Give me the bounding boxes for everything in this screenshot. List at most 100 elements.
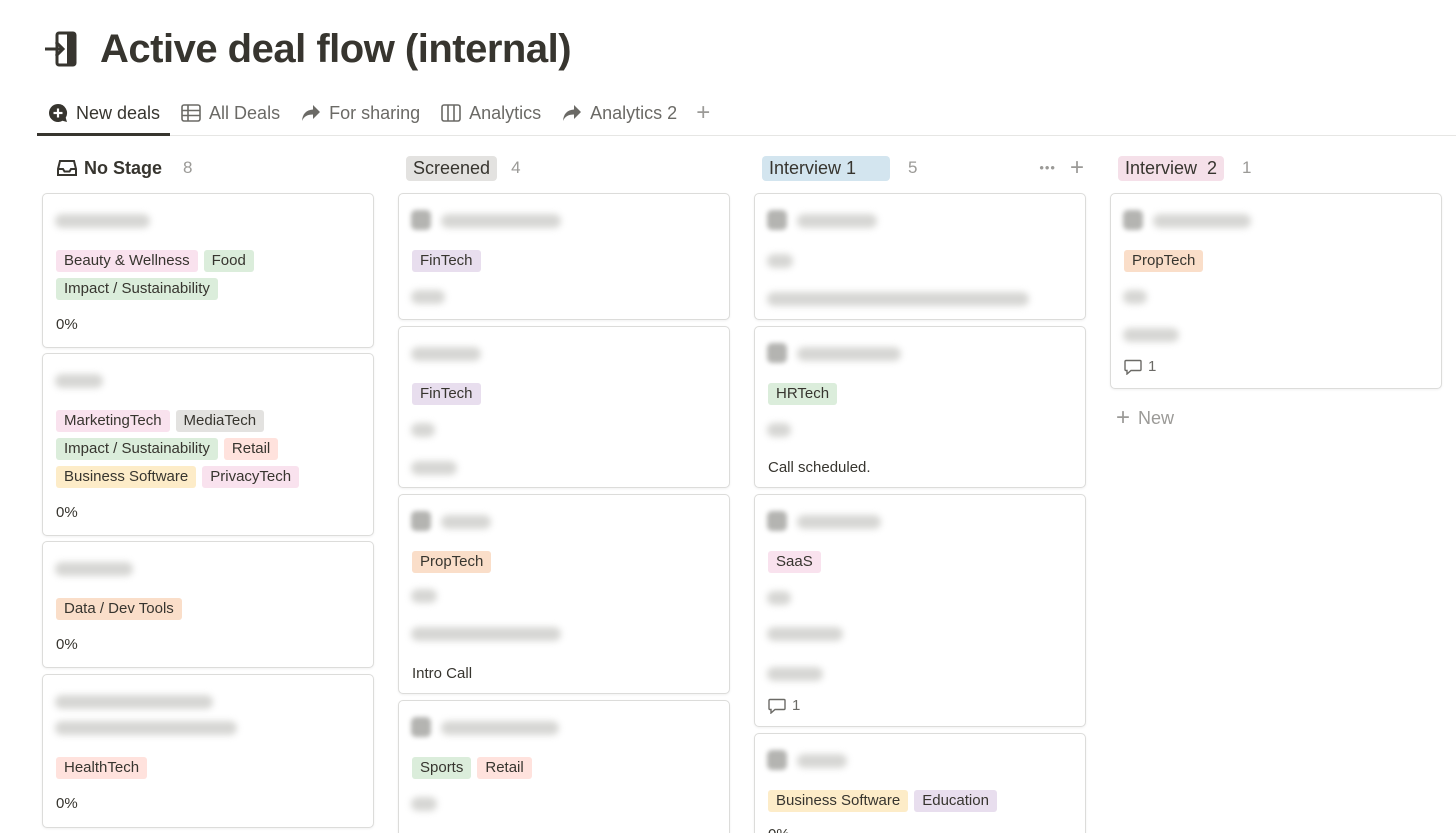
deal-card[interactable]: Sports Retail	[398, 700, 730, 833]
column-count: 1	[1242, 158, 1252, 177]
new-card-button[interactable]: + New	[1116, 404, 1174, 432]
deal-card[interactable]: Beauty & Wellness Food Impact / Sustaina…	[42, 193, 374, 348]
status-note: Intro Call	[412, 665, 473, 682]
tag: PropTech	[412, 551, 492, 573]
tab-all-deals[interactable]: All Deals	[170, 92, 290, 134]
tag: FinTech	[412, 383, 481, 405]
deal-card[interactable]: FinTech	[398, 326, 730, 488]
column-interview-1: Interview 1 5 ••• + HRTech Call schedule…	[754, 150, 1088, 833]
tag: Business Software	[56, 466, 197, 488]
column-header[interactable]: Interview 2 1	[1110, 150, 1444, 186]
blurred-title	[55, 695, 213, 709]
tag-list: PropTech	[1124, 250, 1433, 272]
more-options-icon[interactable]: •••	[1039, 158, 1056, 178]
comment-count[interactable]: 1	[1124, 358, 1156, 375]
view-tabs: New deals All Deals For sharing Analytic…	[37, 92, 1456, 136]
tag: Data / Dev Tools	[56, 598, 182, 620]
column-title[interactable]: No Stage	[50, 156, 169, 181]
comment-count[interactable]: 1	[768, 697, 800, 714]
tab-analytics[interactable]: Analytics	[430, 92, 551, 134]
tag: Retail	[477, 757, 532, 779]
tag-list: FinTech	[412, 250, 721, 272]
company-logo	[767, 210, 787, 230]
new-card-label: New	[1138, 407, 1175, 428]
tag: Impact / Sustainability	[56, 278, 218, 300]
page-title[interactable]: Active deal flow (internal)	[100, 27, 572, 72]
tab-new-deals[interactable]: New deals	[37, 92, 171, 136]
column-title[interactable]: Interview 1	[762, 155, 891, 181]
column-actions: ••• +	[1039, 156, 1084, 180]
tag-list: Sports Retail	[412, 757, 721, 779]
blurred-field	[411, 423, 435, 437]
blurred-field	[767, 423, 791, 437]
blurred-title	[441, 214, 561, 228]
exit-arrow-icon[interactable]	[42, 28, 84, 70]
deal-card[interactable]: PropTech Intro Call	[398, 494, 730, 694]
company-logo	[767, 343, 787, 363]
column-header[interactable]: Interview 1 5 ••• +	[754, 150, 1088, 186]
tag: Impact / Sustainability	[56, 438, 218, 460]
column-title[interactable]: Interview 2	[1118, 155, 1225, 181]
comment-count-value: 1	[792, 697, 801, 714]
tab-label: Analytics	[469, 102, 542, 123]
tag: PrivacyTech	[202, 466, 300, 488]
progress-text: 0%	[56, 504, 78, 521]
tag: Food	[203, 250, 254, 272]
blurred-title	[55, 721, 237, 735]
blurred-title	[55, 562, 133, 576]
deal-card[interactable]: Data / Dev Tools 0%	[42, 541, 374, 668]
blurred-field	[411, 589, 437, 603]
company-logo	[767, 750, 787, 770]
column-screened: Screened 4 FinTech FinTech PropTech Intr…	[398, 150, 732, 833]
add-card-icon[interactable]: +	[1070, 156, 1084, 180]
column-interview-2: Interview 2 1 PropTech 1 + New	[1110, 150, 1444, 431]
add-view-button[interactable]: +	[687, 92, 719, 134]
blurred-field	[1123, 328, 1179, 342]
deal-card[interactable]: Business Software Education 0%	[754, 733, 1086, 833]
table-icon	[180, 102, 202, 124]
share-arrow-icon	[561, 102, 583, 124]
tag: Education	[914, 790, 997, 812]
column-count: 8	[183, 158, 193, 177]
blurred-title	[55, 214, 150, 228]
company-logo	[1123, 210, 1143, 230]
deal-card[interactable]: FinTech	[398, 193, 730, 320]
tag-list: HealthTech	[56, 757, 365, 779]
status-note: Call scheduled.	[768, 459, 871, 476]
deal-card[interactable]: HRTech Call scheduled.	[754, 326, 1086, 488]
tag-list: PropTech	[412, 551, 721, 573]
tag-list: SaaS	[768, 551, 1077, 573]
comment-icon	[768, 698, 786, 714]
deal-card[interactable]	[754, 193, 1086, 320]
column-no-stage: No Stage 8 Beauty & Wellness Food Impact…	[42, 150, 376, 828]
blurred-title	[441, 721, 559, 735]
tab-for-sharing[interactable]: For sharing	[290, 92, 430, 134]
column-header[interactable]: No Stage 8	[42, 150, 376, 186]
company-logo	[411, 210, 431, 230]
column-header[interactable]: Screened 4	[398, 150, 732, 186]
blurred-title	[1153, 214, 1251, 228]
column-title[interactable]: Screened	[406, 155, 498, 181]
progress-text: 0%	[56, 636, 78, 653]
board-icon	[440, 102, 462, 124]
blurred-field	[767, 627, 843, 641]
column-count: 4	[511, 158, 521, 177]
progress-text: 0%	[56, 316, 78, 333]
deal-card[interactable]: PropTech 1	[1110, 193, 1442, 389]
deal-card[interactable]: HealthTech 0%	[42, 674, 374, 828]
tab-analytics-2[interactable]: Analytics 2	[551, 92, 687, 134]
tag-list: Business Software Education	[768, 790, 1077, 812]
deal-card[interactable]: SaaS 1	[754, 494, 1086, 727]
deal-card[interactable]: MarketingTech MediaTech Impact / Sustain…	[42, 353, 374, 536]
tag: FinTech	[412, 250, 481, 272]
tag-list: MarketingTech MediaTech Impact / Sustain…	[56, 410, 365, 488]
company-logo	[767, 511, 787, 531]
blurred-title	[411, 347, 481, 361]
tab-label: Analytics 2	[590, 102, 678, 123]
tag: PropTech	[1124, 250, 1204, 272]
blurred-title	[797, 347, 901, 361]
column-count: 5	[908, 158, 918, 177]
blurred-field	[767, 254, 793, 268]
comment-count-value: 1	[1148, 358, 1157, 375]
blurred-field	[767, 292, 1029, 306]
